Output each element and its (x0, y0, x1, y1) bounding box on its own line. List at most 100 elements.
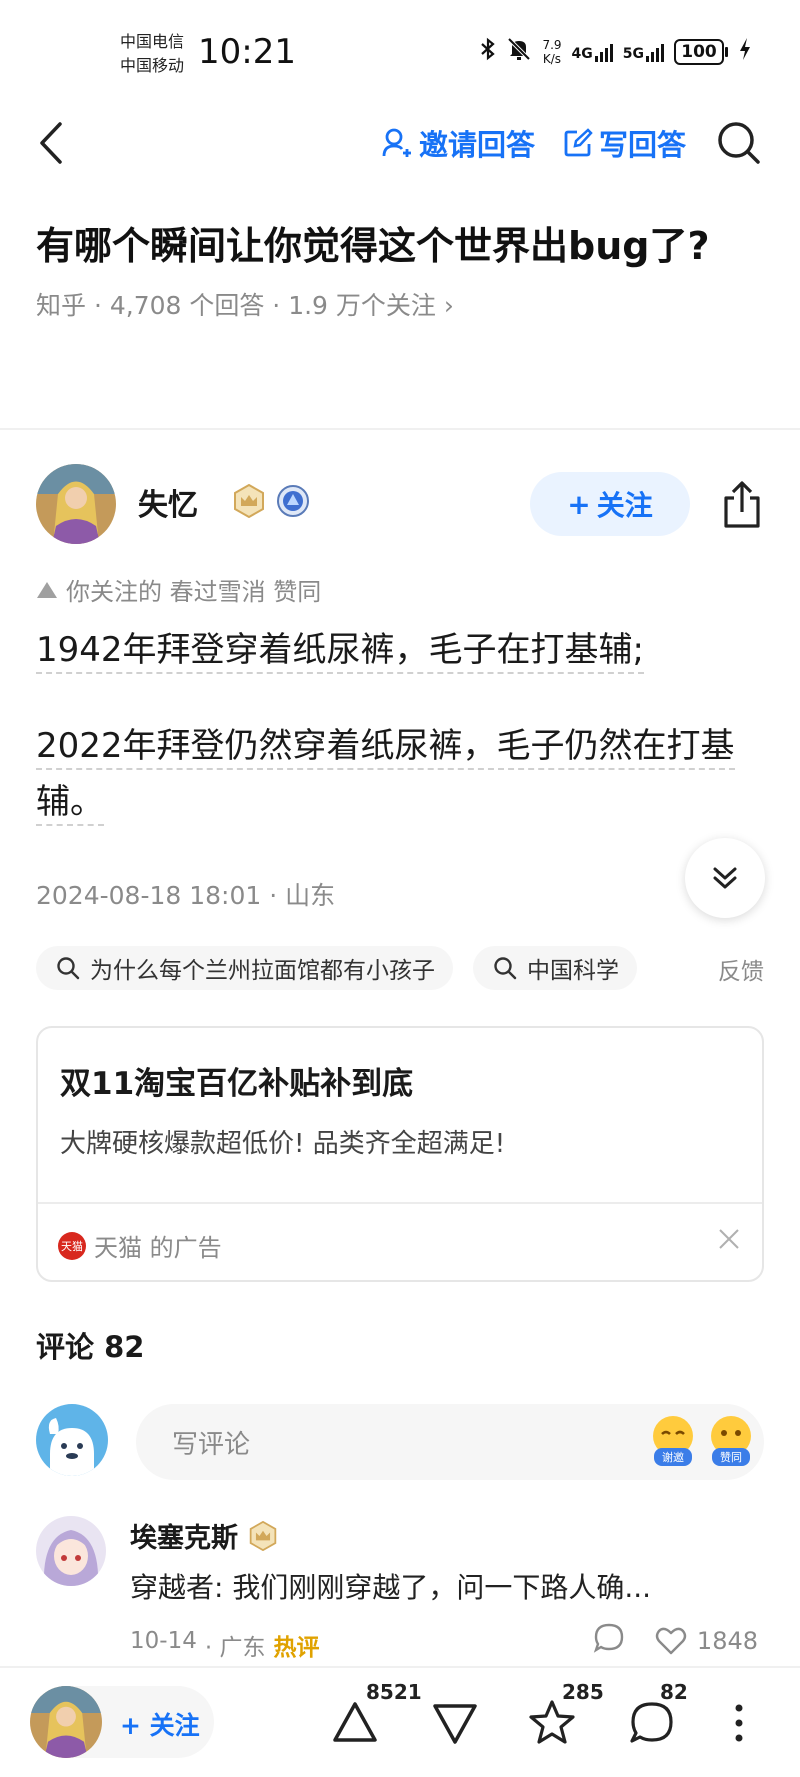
status-bar: 中国电信 中国移动 10:21 7.9 K/s 4G 5G 100 (0, 0, 800, 100)
invite-answer-label: 邀请回答 (418, 128, 535, 162)
svg-text:赞同: 赞同 (720, 1451, 742, 1464)
agree-emoji-button[interactable]: 赞同 (708, 1414, 754, 1470)
comments-button[interactable] (627, 1698, 677, 1748)
crown-badge-icon (249, 1520, 277, 1551)
back-button[interactable] (32, 118, 72, 168)
comment-count: 82 (660, 1680, 688, 1704)
search-icon (718, 122, 760, 164)
related-search-label: 中国科学 (527, 958, 619, 984)
battery-tip (725, 46, 728, 57)
network-speed: 7.9 K/s (542, 38, 561, 66)
comment-item: 埃塞克斯 穿越者: 我们刚刚穿越了，问一下路人确... 10-14 · 广东 热… (36, 1510, 764, 1662)
commenter-avatar[interactable] (36, 1516, 106, 1586)
comment-text[interactable]: 穿越者: 我们刚刚穿越了，问一下路人确... (130, 1566, 764, 1606)
answer-meta: 2024-08-18 18:01 · 山东 (36, 881, 336, 910)
downvote-icon (433, 1704, 477, 1744)
write-answer-label: 写回答 (598, 128, 686, 162)
search-button[interactable] (714, 118, 764, 168)
battery-level: 100 (674, 38, 724, 65)
author-row: 失忆 + 关注 (36, 460, 764, 556)
share-icon (724, 481, 760, 528)
follow-author-button[interactable]: + 关注 (530, 472, 690, 536)
signal-bars-icon (646, 42, 664, 62)
signal-5g: 5G (623, 42, 664, 62)
more-button[interactable] (714, 1698, 764, 1748)
author-avatar[interactable] (36, 464, 116, 544)
mute-bell-icon (506, 36, 532, 67)
clock: 10:21 (198, 32, 296, 72)
section-divider (0, 428, 800, 430)
like-comment-button[interactable]: 1848 (655, 1626, 758, 1656)
related-searches: 为什么每个兰州拉面馆都有小孩子 中国科学 (36, 946, 764, 992)
network-speed-unit: K/s (542, 51, 562, 66)
upvote-button[interactable] (330, 1698, 380, 1748)
favorite-count: 285 (562, 1680, 604, 1704)
expand-button[interactable] (685, 838, 765, 918)
invite-answer-button[interactable]: 邀请回答 (381, 122, 535, 164)
search-icon (494, 957, 517, 980)
comment-meta: 10-14 · 广东 热评 (130, 1628, 319, 1662)
hot-comment-tag: 热评 (273, 1635, 320, 1661)
bottom-follow-button[interactable]: + 关注 (30, 1686, 214, 1758)
upvote-triangle-icon (37, 581, 57, 598)
upvote-count: 8521 (366, 1680, 422, 1704)
system-icons: 7.9 K/s 4G 5G 100 (480, 36, 752, 67)
comment-input[interactable]: 写评论 谢邀 赞同 (136, 1404, 764, 1480)
ad-close-button[interactable] (716, 1226, 742, 1252)
endorse-note: 你关注的 春过雪消 赞同 (36, 572, 321, 607)
comment-composer: 写评论 谢邀 赞同 (36, 1402, 764, 1482)
comment-date: 10-14 (130, 1628, 197, 1654)
thanks-emoji-icon: 谢邀 (653, 1416, 693, 1466)
comment-input-placeholder: 写评论 (172, 1429, 251, 1460)
related-search-chip[interactable]: 中国科学 (473, 946, 637, 990)
bottom-action-bar: + 关注 8521 285 82 (0, 1666, 800, 1777)
related-search-chip[interactable]: 为什么每个兰州拉面馆都有小孩子 (36, 946, 453, 990)
question-header: 有哪个瞬间让你觉得这个世界出bug了? 知乎 · 4,708 个回答 · 1.9… (36, 218, 756, 322)
upvote-icon (333, 1702, 377, 1742)
chevron-left-icon (40, 122, 62, 164)
signal-4g: 4G (572, 42, 613, 62)
answer-paragraph-1-text: 1942年拜登穿着纸尿裤，毛子在打基辅; (36, 630, 644, 674)
share-button[interactable] (720, 480, 764, 530)
heart-icon (655, 1627, 687, 1655)
endorse-text: 你关注的 春过雪消 赞同 (66, 578, 322, 606)
search-icon (57, 957, 80, 980)
signal-4g-label: 4G (571, 45, 593, 62)
feedback-link[interactable]: 反馈 (708, 952, 764, 986)
comment-bubble-icon (630, 1702, 673, 1743)
comments-header: 评论 82 (36, 1330, 145, 1364)
author-name[interactable]: 失忆 (138, 480, 198, 524)
ad-card[interactable]: 双11淘宝百亿补贴补到底 大牌硬核爆款超低价! 品类齐全超满足! 天猫 天猫 的… (36, 1026, 764, 1282)
network-speed-value: 7.9 (542, 37, 562, 52)
battery-indicator: 100 (674, 38, 728, 65)
quick-emoji-row: 谢邀 赞同 (650, 1414, 754, 1470)
question-meta[interactable]: 知乎 · 4,708 个回答 · 1.9 万个关注 › (36, 286, 756, 322)
toolbar-actions: 邀请回答 写回答 (381, 118, 764, 168)
reply-button[interactable] (593, 1622, 625, 1660)
thanks-emoji-button[interactable]: 谢邀 (650, 1414, 696, 1470)
answer-content: 1942年拜登穿着纸尿裤，毛子在打基辅; 2022年拜登仍然穿着纸尿裤，毛子仍然… (36, 622, 764, 870)
commenter-name-label: 埃塞克斯 (130, 1523, 238, 1554)
write-answer-button[interactable]: 写回答 (563, 122, 686, 164)
author-avatar-small (30, 1686, 102, 1758)
answer-paragraph-1: 1942年拜登穿着纸尿裤，毛子在打基辅; (36, 622, 764, 678)
downvote-button[interactable] (430, 1698, 480, 1748)
follow-label: 关注 (596, 489, 653, 522)
answer-paragraph-2-text: 2022年拜登仍然穿着纸尿裤，毛子仍然在打基辅。 (36, 726, 735, 826)
related-search-label: 为什么每个兰州拉面馆都有小孩子 (90, 958, 435, 984)
agree-emoji-icon: 赞同 (711, 1416, 751, 1466)
reply-bubble-icon (593, 1623, 624, 1653)
crown-badge-icon (234, 484, 264, 518)
top-toolbar: 邀请回答 写回答 (0, 100, 800, 190)
edit-icon (564, 128, 593, 157)
favorite-button[interactable] (527, 1698, 577, 1748)
commenter-name[interactable]: 埃塞克斯 (130, 1516, 278, 1555)
more-vertical-icon (735, 1704, 743, 1742)
ad-source-label: 天猫 的广告 (94, 1234, 222, 1262)
bluetooth-icon (480, 37, 496, 66)
ad-title: 双11淘宝百亿补贴补到底 (60, 1066, 414, 1102)
comment-like-count: 1848 (696, 1627, 758, 1655)
carrier-names: 中国电信 中国移动 (120, 30, 184, 78)
question-title[interactable]: 有哪个瞬间让你觉得这个世界出bug了? (36, 218, 756, 274)
author-badges (232, 484, 310, 518)
